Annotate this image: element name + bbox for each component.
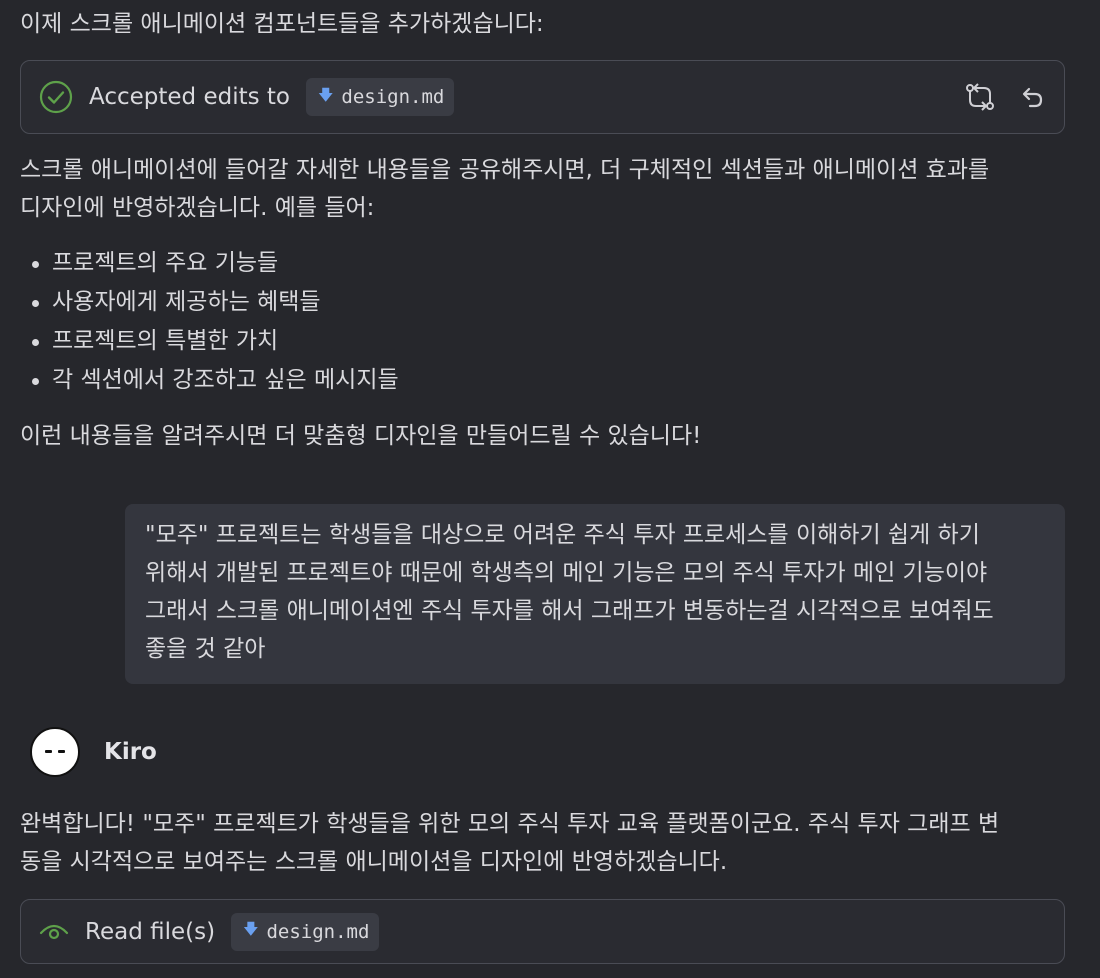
- read-files-label: Read file(s): [85, 918, 216, 945]
- file-name: design.md: [341, 86, 445, 108]
- compare-icon[interactable]: [964, 82, 996, 112]
- file-name: design.md: [266, 920, 370, 943]
- eye-icon: [39, 921, 69, 943]
- check-circle-icon: [39, 80, 73, 114]
- message-paragraph-cont: 디자인에 반영하겠습니다. 예를 들어:: [20, 195, 375, 221]
- assistant-message-1: 스크롤 애니메이션에 들어갈 자세한 내용들을 공유해주시면, 더 구체적인 섹…: [20, 151, 1080, 227]
- message-paragraph: 스크롤 애니메이션에 들어갈 자세한 내용들을 공유해주시면, 더 구체적인 섹…: [20, 157, 990, 183]
- list-item: 사용자에게 제공하는 혜택들: [20, 283, 399, 322]
- agent-name: Kiro: [104, 739, 157, 765]
- markdown-file-icon: 🡇: [243, 920, 259, 938]
- intro-text: 이제 스크롤 애니메이션 컴포넌트들을 추가하겠습니다:: [20, 11, 544, 37]
- user-message-bubble: "모주" 프로젝트는 학생들을 대상으로 어려운 주식 투자 프로세스를 이해하…: [125, 504, 1065, 684]
- user-message-line: 그래서 스크롤 애니메이션엔 주식 투자를 해서 그래프가 변동하는걸 시각적으…: [145, 598, 994, 624]
- assistant-message-2: 완벽합니다! "모주" 프로젝트가 학생들을 위한 모의 주식 투자 교육 플랫…: [20, 805, 1085, 881]
- list-item: 각 섹션에서 강조하고 싶은 메시지들: [20, 361, 399, 400]
- file-link-design-md[interactable]: 🡇 design.md: [306, 78, 455, 116]
- avatar: [30, 727, 80, 777]
- list-item: 프로젝트의 특별한 가치: [20, 322, 399, 361]
- message-paragraph-2: 이런 내용들을 알려주시면 더 맞춤형 디자인을 만들어드릴 수 있습니다!: [20, 423, 702, 449]
- user-message-line: "모주" 프로젝트는 학생들을 대상으로 어려운 주식 투자 프로세스를 이해하…: [145, 522, 980, 548]
- user-message-line: 좋을 것 같아: [145, 636, 266, 662]
- avatar-eye: [58, 749, 65, 753]
- example-list: 프로젝트의 주요 기능들 사용자에게 제공하는 혜택들 프로젝트의 특별한 가치…: [20, 244, 399, 400]
- accepted-edits-label: Accepted edits to: [89, 84, 290, 110]
- file-link-design-md[interactable]: 🡇 design.md: [231, 912, 380, 951]
- markdown-file-icon: 🡇: [318, 85, 334, 104]
- avatar-eye: [45, 749, 52, 753]
- read-files-card: Read file(s) 🡇 design.md: [20, 899, 1065, 964]
- undo-icon[interactable]: [1018, 83, 1046, 111]
- chat-panel: 이제 스크롤 애니메이션 컴포넌트들을 추가하겠습니다: Accepted ed…: [0, 0, 1100, 978]
- reply-line: 완벽합니다! "모주" 프로젝트가 학생들을 위한 모의 주식 투자 교육 플랫…: [20, 811, 1000, 837]
- reply-line: 동을 시각적으로 보여주는 스크롤 애니메이션을 디자인에 반영하겠습니다.: [20, 849, 728, 875]
- card-actions: [964, 82, 1046, 112]
- accepted-edits-card: Accepted edits to 🡇 design.md: [20, 60, 1065, 134]
- user-message-line: 위해서 개발된 프로젝트야 때문에 학생측의 메인 기능은 모의 주식 투자가 …: [145, 560, 988, 586]
- list-item: 프로젝트의 주요 기능들: [20, 244, 399, 283]
- agent-header: Kiro: [20, 727, 157, 777]
